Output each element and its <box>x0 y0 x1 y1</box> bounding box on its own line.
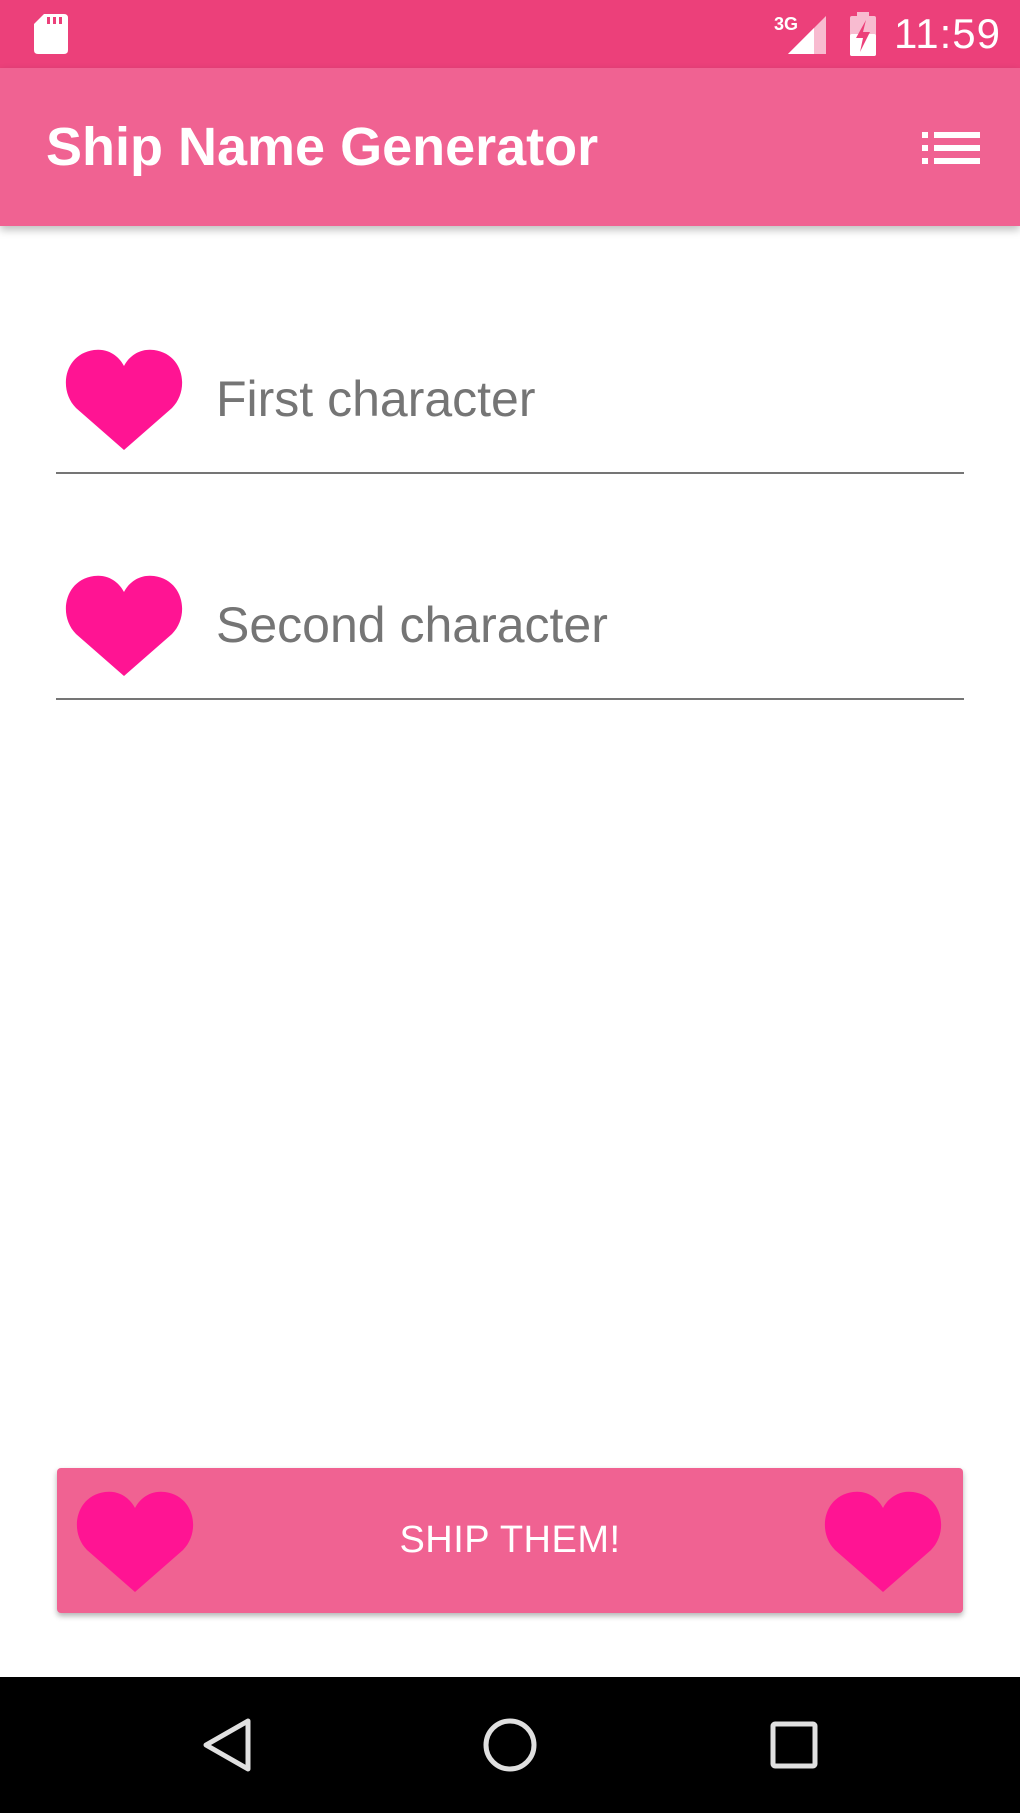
network-type-label: 3G <box>774 14 798 34</box>
screen: 3G 11:59 Ship Name Generator First chara… <box>0 0 1020 1813</box>
ship-them-button[interactable]: SHIP THEM! <box>57 1468 963 1613</box>
app-bar: Ship Name Generator <box>0 68 1020 226</box>
heart-icon <box>65 349 183 450</box>
back-icon[interactable] <box>198 1715 258 1775</box>
sd-card-icon <box>34 14 68 54</box>
app-title: Ship Name Generator <box>46 117 599 177</box>
heart-icon <box>824 1491 942 1592</box>
signal-3g-icon: 3G <box>774 12 826 56</box>
recents-icon[interactable] <box>764 1715 824 1775</box>
navigation-bar <box>0 1677 1020 1813</box>
first-character-underline <box>56 472 964 474</box>
heart-icon <box>65 575 183 676</box>
first-character-row <box>56 334 964 474</box>
home-icon[interactable] <box>480 1715 540 1775</box>
list-icon[interactable] <box>922 132 980 164</box>
status-time: 11:59 <box>894 10 1001 57</box>
second-character-underline <box>56 698 964 700</box>
first-character-input[interactable] <box>216 364 956 434</box>
battery-charging-icon <box>850 12 876 56</box>
second-character-row <box>56 560 964 700</box>
status-bar: 3G 11:59 <box>0 0 1020 68</box>
second-character-input[interactable] <box>216 590 956 660</box>
